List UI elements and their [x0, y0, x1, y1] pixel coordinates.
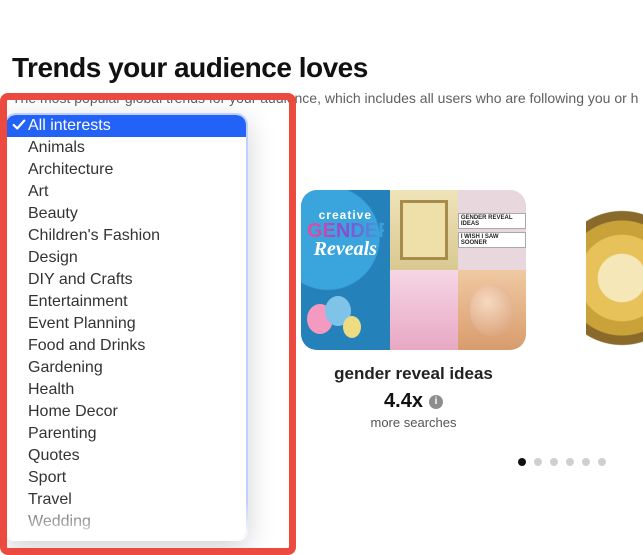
dropdown-option[interactable]: Travel [6, 489, 246, 511]
dropdown-option[interactable]: Health [6, 379, 246, 401]
check-icon [12, 118, 26, 132]
dropdown-option-label: Beauty [28, 205, 78, 223]
trend-thumbnail[interactable] [586, 190, 643, 350]
carousel-dots[interactable] [518, 458, 606, 466]
balloons-graphic [307, 284, 377, 344]
dropdown-option-label: Design [28, 249, 78, 267]
page-root: Trends your audience loves The most popu… [0, 0, 643, 555]
dropdown-option-label: Travel [28, 491, 72, 509]
dropdown-option[interactable]: Animals [6, 137, 246, 159]
dropdown-option-label: Wedding [28, 513, 91, 531]
dropdown-option-label: Children's Fashion [28, 227, 160, 245]
interest-filter-dropdown[interactable]: All interests Animals Architecture Art Beaut… [4, 113, 248, 541]
dropdown-option[interactable]: DIY and Crafts [6, 269, 246, 291]
dropdown-option[interactable]: All interests [6, 115, 246, 137]
dropdown-option-label: Entertainment [28, 293, 128, 311]
dropdown-option-label: Event Planning [28, 315, 136, 333]
dropdown-option-label: All interests [28, 117, 111, 135]
dropdown-option-label: Art [28, 183, 48, 201]
trend-card-title: gender reveal ideas [334, 364, 493, 384]
dropdown-option-label: Architecture [28, 161, 113, 179]
dropdown-option-label: Food and Drinks [28, 337, 145, 355]
metric-value: 4.4x [384, 390, 423, 413]
dropdown-option-label: Health [28, 381, 74, 399]
dropdown-option[interactable]: Architecture [6, 159, 246, 181]
dropdown-option-label: DIY and Crafts [28, 271, 133, 289]
thumb-tile: GENDER REVEAL IDEAS I WISH I SAW SOONER [458, 190, 526, 270]
dropdown-option[interactable]: Sport [6, 467, 246, 489]
trend-thumbnail[interactable]: creative GENDER Reveals GENDER REVEAL ID… [301, 190, 526, 350]
dropdown-option-label: Sport [28, 469, 66, 487]
dropdown-option[interactable]: Parenting [6, 423, 246, 445]
thumb-tile [390, 190, 458, 270]
thumb-tile: creative GENDER Reveals [301, 190, 390, 350]
dropdown-option-label: Animals [28, 139, 85, 157]
thumb-tile [458, 270, 526, 350]
dropdown-option[interactable]: Event Planning [6, 313, 246, 335]
dropdown-option-label: Home Decor [28, 403, 118, 421]
dropdown-option-label: Parenting [28, 425, 97, 443]
carousel-dot[interactable] [550, 458, 558, 466]
dropdown-option[interactable]: Children's Fashion [6, 225, 246, 247]
dropdown-option[interactable]: Beauty [6, 203, 246, 225]
trend-card[interactable] [586, 190, 643, 430]
trend-card[interactable]: creative GENDER Reveals GENDER REVEAL ID… [301, 190, 526, 430]
dropdown-option-label: Quotes [28, 447, 80, 465]
carousel-dot[interactable] [598, 458, 606, 466]
dropdown-option[interactable]: Home Decor [6, 401, 246, 423]
info-icon[interactable]: i [429, 395, 443, 409]
carousel-dot[interactable] [534, 458, 542, 466]
thumb-text: creative GENDER Reveals [307, 208, 384, 258]
dropdown-option[interactable]: Art [6, 181, 246, 203]
dropdown-option[interactable]: Quotes [6, 445, 246, 467]
page-subtitle: The most popular global trends for your … [12, 90, 643, 106]
carousel-dot[interactable] [582, 458, 590, 466]
thumb-tile [390, 270, 458, 350]
trend-card-sublabel: more searches [371, 415, 457, 430]
dropdown-option[interactable]: Wedding [6, 511, 246, 533]
dropdown-listbox[interactable]: All interests Animals Architecture Art Beaut… [4, 113, 248, 541]
carousel-dot[interactable] [518, 458, 526, 466]
dropdown-option[interactable]: Gardening [6, 357, 246, 379]
carousel-dot[interactable] [566, 458, 574, 466]
dropdown-option[interactable]: Food and Drinks [6, 335, 246, 357]
dropdown-option[interactable]: Design [6, 247, 246, 269]
dropdown-option[interactable]: Entertainment [6, 291, 246, 313]
dropdown-option-label: Gardening [28, 359, 103, 377]
page-title: Trends your audience loves [12, 52, 643, 84]
trend-card-metric: 4.4x i [384, 390, 443, 413]
